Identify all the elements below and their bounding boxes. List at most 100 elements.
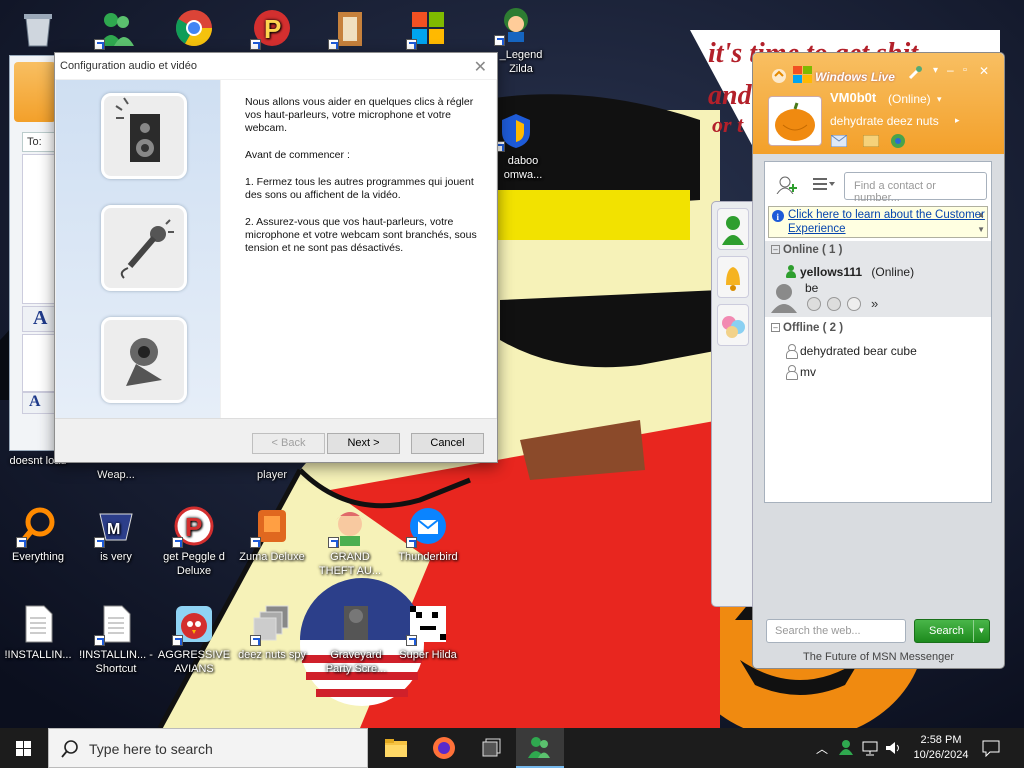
group-online[interactable]: – Online ( 1 ) <box>771 244 842 256</box>
desktop-icon-msn-buddies[interactable] <box>78 8 154 52</box>
user-display-name[interactable]: VM0b0t <box>830 90 876 105</box>
speaker-status-icon[interactable] <box>827 296 841 311</box>
home-icon[interactable] <box>771 68 787 87</box>
fun-tab[interactable] <box>717 304 749 346</box>
conversation-header <box>14 62 56 122</box>
alerts-tab[interactable] <box>717 256 749 298</box>
desktop-icon-get-peggle[interactable]: P get Peggle d Deluxe <box>156 506 232 578</box>
customer-experience-notice[interactable]: i Click here to learn about the Customer… <box>768 206 988 238</box>
spaces-icon[interactable] <box>862 134 880 150</box>
taskbar-firefox[interactable] <box>420 728 468 768</box>
list-options-icon[interactable] <box>811 177 835 194</box>
group-offline[interactable]: – Offline ( 2 ) <box>771 322 843 334</box>
next-button[interactable]: Next > <box>327 433 400 454</box>
status-chevron-icon[interactable]: ▾ <box>937 94 942 105</box>
desktop-icon-deez-nuts-spy[interactable]: deez nuts spy <box>234 604 310 662</box>
clock-time: 2:58 PM <box>920 734 962 746</box>
taskbar-task-view[interactable] <box>468 728 516 768</box>
clock-icon[interactable] <box>847 296 861 311</box>
desktop-icon-label: is very <box>100 551 132 563</box>
notifications-icon[interactable] <box>982 739 1000 760</box>
user-status[interactable]: (Online) <box>888 92 931 106</box>
collapse-icon[interactable]: – <box>771 245 780 255</box>
cancel-button[interactable]: Cancel <box>411 433 484 454</box>
message-input[interactable] <box>22 334 58 392</box>
desktop-icon-peggle[interactable]: P <box>234 8 310 52</box>
microphone-status-icon[interactable] <box>807 296 821 311</box>
maximize-icon[interactable]: ▫ <box>963 64 967 76</box>
more-actions-icon[interactable]: » <box>871 296 878 311</box>
desktop-icon-thunderbird[interactable]: Thunderbird <box>390 506 466 564</box>
desktop-icon-gta[interactable]: GRAND THEFT AU... <box>312 506 388 578</box>
taskbar-file-explorer[interactable] <box>372 728 420 768</box>
desktop-icon-everything[interactable]: Everything <box>0 506 76 564</box>
contacts-tab[interactable] <box>717 208 749 250</box>
notice-scroll-down-icon[interactable]: ▼ <box>977 223 985 237</box>
desktop-icon-installing[interactable]: !INSTALLIN... <box>0 604 76 662</box>
dialog-title: Configuration audio et vidéo <box>60 60 197 72</box>
mail-icon[interactable] <box>830 134 848 150</box>
desktop-icon-aggressive-avians[interactable]: AGGRESSIVE AVIANS <box>156 604 232 676</box>
news-icon[interactable] <box>890 133 906 152</box>
notice-scroll-up-icon[interactable]: ▲ <box>977 208 985 222</box>
font-button[interactable]: A <box>22 306 58 332</box>
dialog-content: Nous allons vous aider en quelques clics… <box>221 80 496 418</box>
anime-girl-icon <box>328 506 370 548</box>
zuma-icon <box>250 506 292 548</box>
desktop-icon-label: player <box>257 469 287 481</box>
web-search-input[interactable]: Search the web... <box>766 619 906 643</box>
contact-row[interactable]: mv <box>785 365 816 380</box>
font-button-small[interactable]: A <box>22 392 58 414</box>
contact-toolbar: Find a contact or number... <box>765 162 991 206</box>
desktop-icon-label: Everything <box>12 551 64 563</box>
taskbar-search-box[interactable]: Type here to search <box>48 728 368 768</box>
desktop-icon-windows-shield[interactable] <box>390 8 466 52</box>
find-contact-input[interactable]: Find a contact or number... <box>844 172 987 204</box>
customize-icon[interactable] <box>907 65 923 84</box>
desktop-icon-weap[interactable]: Weap... <box>78 468 154 482</box>
start-button[interactable] <box>0 728 48 768</box>
desktop-icon-super-hilda[interactable]: Super Hilda <box>390 604 466 662</box>
back-button[interactable]: < Back <box>252 433 325 454</box>
shortcut-arrow-icon <box>94 39 105 50</box>
tray-messenger-icon[interactable] <box>838 739 854 758</box>
search-options-chevron-icon[interactable]: ▼ <box>973 620 989 642</box>
network-icon[interactable] <box>862 740 878 759</box>
desktop-icon-is-very[interactable]: M is very <box>78 506 154 564</box>
desktop-icon-zuma-deluxe[interactable]: Zuma Deluxe <box>234 506 310 564</box>
message-arrow-icon[interactable]: ▸ <box>955 115 960 126</box>
desktop-icon-installing-shortcut[interactable]: !INSTALLIN... - Shortcut <box>78 604 154 676</box>
dialog-titlebar[interactable]: Configuration audio et vidéo ✕ <box>55 53 497 79</box>
dialog-footer: < Back Next > Cancel <box>55 418 497 462</box>
close-icon[interactable]: ✕ <box>979 64 989 78</box>
taskbar-messenger[interactable] <box>516 728 564 768</box>
show-hidden-icons-chevron-icon[interactable]: ︿ <box>816 740 828 757</box>
user-avatar[interactable] <box>768 96 822 146</box>
personal-message[interactable]: dehydrate deez nuts <box>830 114 939 128</box>
messenger-brand: Windows Live <box>815 70 895 84</box>
collapse-icon[interactable]: – <box>771 323 780 333</box>
offline-buddy-icon <box>785 365 798 380</box>
shortcut-arrow-icon <box>94 635 105 646</box>
taskbar-clock[interactable]: 2:58 PM 10/26/2024 <box>910 733 972 763</box>
conversation-history <box>22 154 58 304</box>
desktop-icon-recycle-bin[interactable] <box>0 8 76 52</box>
volume-icon[interactable] <box>884 740 902 759</box>
customer-experience-link[interactable]: Click here to learn about the Customer E… <box>788 208 987 236</box>
intro-text: Nous allons vous aider en quelques clics… <box>245 96 474 134</box>
desktop-icon-label: GRAND THEFT AU... <box>318 551 382 577</box>
add-contact-icon[interactable] <box>776 176 798 197</box>
dialog-sidebar <box>56 80 220 418</box>
web-search-button[interactable]: Search ▼ <box>914 619 990 643</box>
desktop-icon-chrome[interactable] <box>156 8 232 52</box>
minimize-icon[interactable]: – <box>947 63 954 77</box>
to-field[interactable]: To: <box>22 132 58 152</box>
desktop-icon-graveyard-party[interactable]: Graveyard Party Scre... <box>318 604 394 676</box>
close-icon[interactable]: ✕ <box>474 57 487 77</box>
contact-row[interactable]: dehydrated bear cube <box>785 344 917 359</box>
desktop-icon-book[interactable] <box>312 8 388 52</box>
desktop-icon-player[interactable]: player <box>234 468 310 482</box>
contact-row[interactable]: yellows111 (Online) <box>785 265 914 279</box>
contact-avatar[interactable] <box>769 281 799 313</box>
menu-chevron-icon[interactable]: ▾ <box>933 65 938 76</box>
